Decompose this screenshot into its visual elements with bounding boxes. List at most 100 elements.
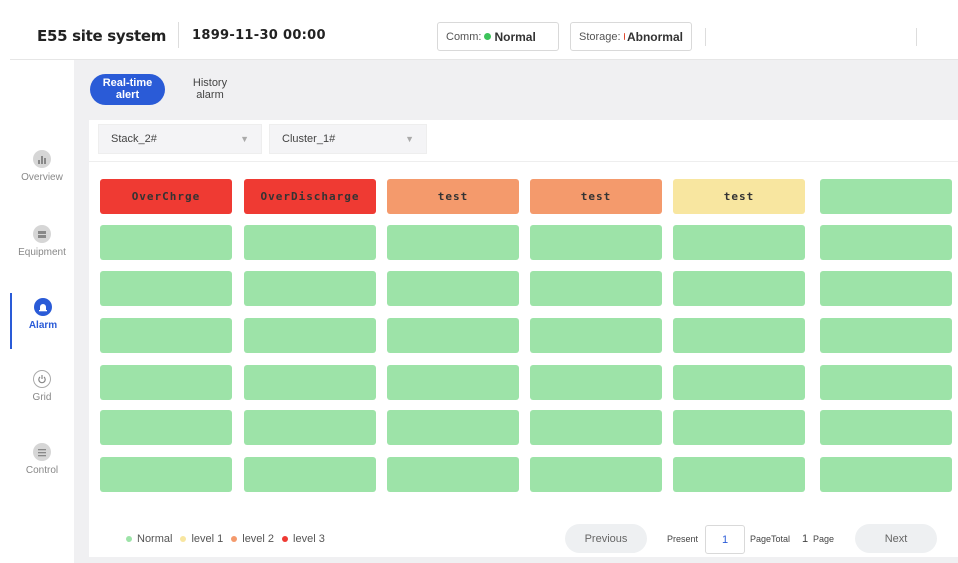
legend-dot-icon <box>231 536 238 542</box>
legend-dot-icon <box>126 536 132 542</box>
bar-chart-icon <box>33 150 51 168</box>
divider <box>916 28 917 46</box>
storage-label: Storage: <box>579 30 621 43</box>
power-icon <box>33 370 51 388</box>
alarm-cell[interactable] <box>530 271 662 306</box>
page-total-label: PageTotal <box>750 534 791 544</box>
alarm-cell[interactable] <box>820 410 952 445</box>
alarm-cell[interactable] <box>530 318 662 353</box>
present-label: Present <box>667 534 699 544</box>
tab-label: Real-time <box>102 77 153 89</box>
alarm-cell[interactable] <box>820 225 952 260</box>
alarm-cell[interactable] <box>100 318 232 353</box>
tab-label: alarm <box>196 89 224 101</box>
tab-label: History <box>192 77 228 89</box>
sidebar-item-alarm[interactable]: Alarm <box>10 293 74 349</box>
comm-label: Comm: <box>446 30 482 43</box>
alarm-cell[interactable]: test <box>673 179 805 214</box>
alarm-cell[interactable] <box>100 365 232 400</box>
alarm-cell[interactable] <box>387 410 519 445</box>
comm-value: Normal <box>494 29 536 44</box>
legend-label: Normal <box>137 533 173 545</box>
alarm-cell[interactable] <box>100 225 232 260</box>
sidebar-item-label: Control <box>25 465 59 476</box>
stack-select-value: Stack_2# <box>111 133 157 145</box>
alarm-cell[interactable] <box>387 271 519 306</box>
cluster-select[interactable]: Cluster_1# ▼ <box>269 124 427 154</box>
alarm-cell[interactable] <box>673 318 805 353</box>
alarm-cell[interactable] <box>673 271 805 306</box>
app-root: E55 site system 1899-11-30 00:00 Comm: N… <box>10 12 958 563</box>
sidebar-item-grid[interactable]: Grid <box>10 370 74 426</box>
alarm-cell[interactable] <box>530 410 662 445</box>
stack-select[interactable]: Stack_2# ▼ <box>98 124 262 154</box>
alarm-cell[interactable] <box>387 225 519 260</box>
alarm-cell[interactable] <box>100 271 232 306</box>
alarm-cell[interactable] <box>244 318 376 353</box>
alarm-cell[interactable] <box>820 179 952 214</box>
alarm-cell[interactable] <box>387 365 519 400</box>
cluster-select-value: Cluster_1# <box>282 133 336 145</box>
server-icon <box>33 225 51 243</box>
page-suffix: Page <box>813 534 835 544</box>
alarm-cell[interactable]: OverChrge <box>100 179 232 214</box>
storage-status: Storage: Abnormal <box>570 22 692 51</box>
legend-dot-icon <box>180 536 187 542</box>
divider <box>89 161 958 162</box>
sidebar-item-overview[interactable]: Overview <box>10 150 74 206</box>
alarm-cell[interactable] <box>820 365 952 400</box>
chevron-down-icon: ▼ <box>240 134 249 144</box>
storage-value: Abnormal <box>626 29 683 44</box>
sidebar-item-label: Equipment <box>18 247 66 258</box>
app-title: E55 site system <box>37 27 167 45</box>
sidebar-item-control[interactable]: Control <box>10 443 74 499</box>
sidebar-item-label: Overview <box>21 172 63 183</box>
list-control-icon <box>33 443 51 461</box>
alarm-cell[interactable] <box>530 365 662 400</box>
alarm-cell[interactable] <box>530 457 662 492</box>
alarm-cell[interactable] <box>244 410 376 445</box>
legend-dot-icon <box>282 536 289 542</box>
top-bar: E55 site system 1899-11-30 00:00 Comm: N… <box>10 12 958 60</box>
next-button[interactable]: Next <box>855 524 937 553</box>
alarm-bell-icon <box>34 298 52 316</box>
alarm-cell[interactable] <box>244 225 376 260</box>
alarm-cell[interactable] <box>387 457 519 492</box>
comm-status: Comm: Normal <box>437 22 559 51</box>
alarm-cell[interactable] <box>820 457 952 492</box>
alarm-cell[interactable] <box>100 410 232 445</box>
divider <box>178 22 179 48</box>
sidebar-item-label: Alarm <box>28 320 58 331</box>
tab-label: alert <box>115 89 140 101</box>
previous-button[interactable]: Previous <box>565 524 647 553</box>
alarm-cell[interactable] <box>530 225 662 260</box>
sidebar-item-label: Grid <box>32 392 52 403</box>
alarm-cell[interactable] <box>244 365 376 400</box>
alarm-cell[interactable] <box>673 457 805 492</box>
tab-history-alarm[interactable]: History alarm <box>186 77 234 101</box>
alarm-cell[interactable] <box>820 271 952 306</box>
alarm-cell[interactable]: test <box>530 179 662 214</box>
alarm-cell[interactable]: test <box>387 179 519 214</box>
alarm-cell[interactable] <box>387 318 519 353</box>
legend: Normal level 1 level 2 level 3 <box>126 533 325 545</box>
legend-label: level 1 <box>191 533 224 545</box>
divider <box>705 28 706 46</box>
comm-status-dot-icon <box>484 33 492 40</box>
legend-label: level 3 <box>293 533 325 545</box>
alarm-panel: Stack_2# ▼ Cluster_1# ▼ OverChrge OverDis… <box>89 120 958 557</box>
alarm-cell[interactable] <box>673 410 805 445</box>
sidebar-item-equipment[interactable]: Equipment <box>10 225 74 281</box>
legend-label: level 2 <box>242 533 275 545</box>
alarm-cell[interactable] <box>244 457 376 492</box>
alarm-cell[interactable] <box>673 225 805 260</box>
alarm-cell[interactable] <box>244 271 376 306</box>
tab-realtime-alert[interactable]: Real-time alert <box>90 74 165 105</box>
alarm-cell[interactable]: OverDischarge <box>244 179 376 214</box>
total-pages: 1 <box>802 533 809 545</box>
datetime: 1899-11-30 00:00 <box>192 28 326 43</box>
alarm-cell[interactable] <box>100 457 232 492</box>
page-number-input[interactable] <box>705 525 745 554</box>
alarm-cell[interactable] <box>673 365 805 400</box>
alarm-cell[interactable] <box>820 318 952 353</box>
